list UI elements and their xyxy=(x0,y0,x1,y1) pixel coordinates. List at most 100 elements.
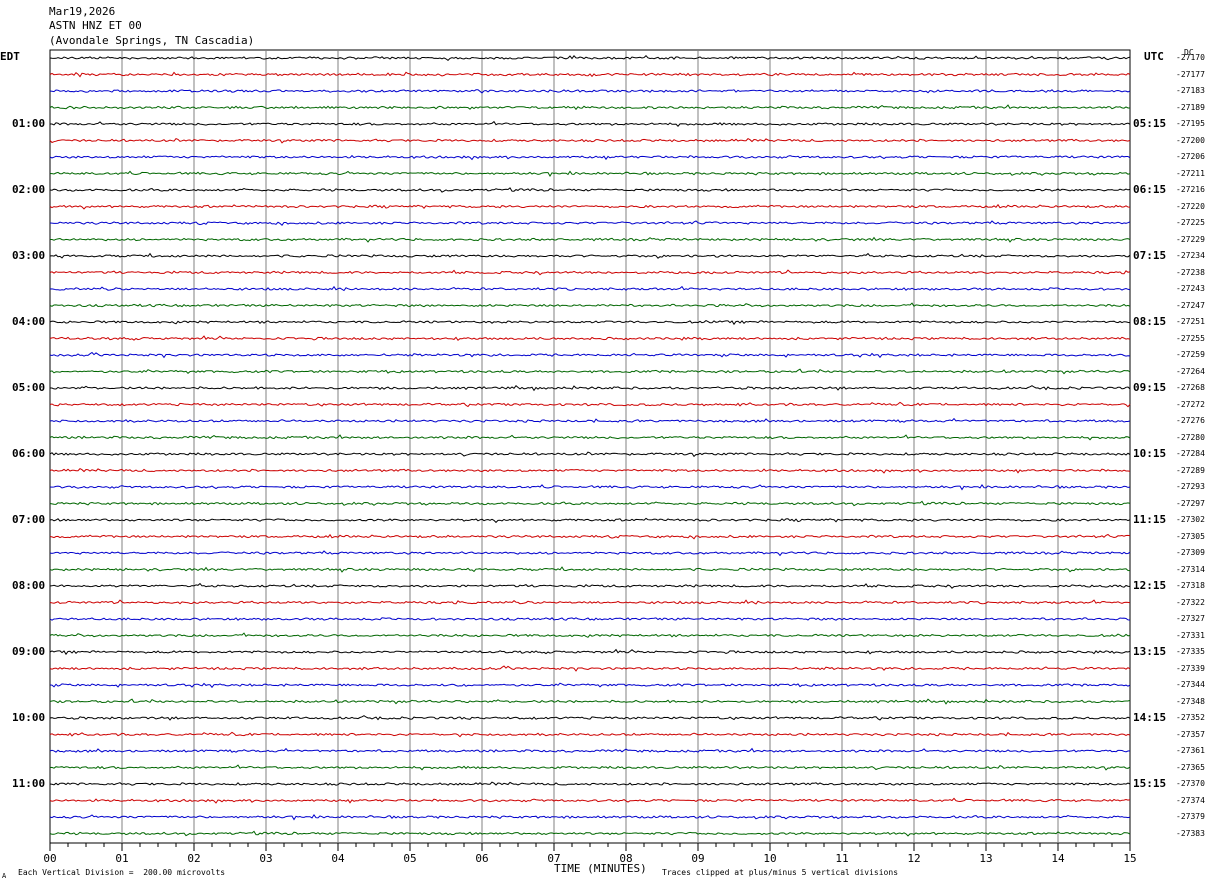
x-tick-label: 04 xyxy=(331,852,345,865)
x-tick-label: 13 xyxy=(979,852,993,865)
seismic-trace xyxy=(49,484,1131,491)
x-axis-label: TIME (MINUTES) xyxy=(554,862,647,875)
trace-dc-offset: -27309 xyxy=(1176,548,1205,557)
left-hour-label: 07:00 xyxy=(12,513,46,526)
trace-dc-offset: -27370 xyxy=(1176,779,1205,788)
left-hour-label: 01:00 xyxy=(12,117,46,130)
trace-dc-offset: -27255 xyxy=(1176,333,1205,343)
seismic-trace xyxy=(49,434,1131,441)
trace-dc-offset: -27206 xyxy=(1176,152,1205,161)
seismic-trace xyxy=(49,533,1131,540)
seismic-trace xyxy=(49,764,1131,771)
right-hour-label: 10:15 xyxy=(1133,447,1167,460)
trace-dc-offset: -27305 xyxy=(1176,531,1205,541)
seismic-trace xyxy=(49,417,1131,424)
seismic-trace xyxy=(49,781,1131,786)
trace-dc-offset: -27216 xyxy=(1176,185,1205,194)
right-hour-label: 07:15 xyxy=(1133,249,1167,262)
seismic-trace xyxy=(50,236,1131,243)
seismic-trace xyxy=(49,401,1131,408)
seismic-trace xyxy=(49,500,1131,507)
x-tick-label: 14 xyxy=(1051,852,1065,865)
right-hour-label: 09:15 xyxy=(1133,381,1167,394)
seismic-trace xyxy=(49,451,1131,458)
trace-dc-offset: -27302 xyxy=(1176,515,1205,524)
trace-dc-offset: -27297 xyxy=(1176,498,1205,508)
trace-dc-offset: -27225 xyxy=(1176,218,1205,227)
x-tick-label: 05 xyxy=(403,852,417,865)
trace-dc-offset: -27238 xyxy=(1176,267,1205,277)
seismic-trace xyxy=(49,302,1131,308)
trace-dc-offset: -27211 xyxy=(1176,168,1205,178)
trace-dc-offset: -27264 xyxy=(1176,366,1205,376)
seismic-trace xyxy=(49,187,1131,193)
trace-dc-offset: -27318 xyxy=(1176,581,1205,590)
trace-dc-offset: -27276 xyxy=(1176,416,1205,425)
seismic-trace xyxy=(49,467,1131,474)
scale-note: Each Vertical Division = 200.00 microvol… xyxy=(18,868,226,877)
seismic-trace xyxy=(49,104,1130,111)
trace-dc-offset: -27365 xyxy=(1176,762,1205,772)
seismic-trace xyxy=(49,285,1131,292)
seismic-trace xyxy=(49,797,1131,804)
x-tick-label: 06 xyxy=(475,852,489,865)
trace-dc-offset: -27272 xyxy=(1176,399,1205,409)
trace-dc-offset: -27327 xyxy=(1176,614,1205,623)
left-hour-label: 10:00 xyxy=(12,711,46,724)
trace-dc-offset: -27247 xyxy=(1176,300,1205,310)
seismic-trace xyxy=(49,71,1131,78)
seismic-trace xyxy=(49,170,1131,177)
seismic-trace xyxy=(49,137,1131,144)
seismic-trace xyxy=(49,320,1131,326)
seismic-trace xyxy=(49,54,1131,61)
seismic-trace xyxy=(49,203,1131,210)
seismic-trace xyxy=(49,599,1131,605)
trace-dc-offset: -27331 xyxy=(1176,630,1205,640)
x-tick-label: 01 xyxy=(115,852,129,865)
left-hour-label: 08:00 xyxy=(12,579,46,592)
seismic-trace xyxy=(50,384,1131,392)
clip-note: Traces clipped at plus/minus 5 vertical … xyxy=(662,868,899,877)
seismic-trace xyxy=(49,368,1131,375)
trace-dc-offset: -27374 xyxy=(1176,795,1205,805)
x-tick-label: 00 xyxy=(43,852,57,865)
seismic-trace xyxy=(49,617,1131,621)
right-hour-label: 14:15 xyxy=(1133,711,1167,724)
trace-dc-offset: -27335 xyxy=(1176,647,1205,656)
right-hour-label: 05:15 xyxy=(1133,117,1167,130)
trace-dc-offset: -27322 xyxy=(1176,597,1205,607)
seismic-trace xyxy=(49,582,1131,589)
seismic-trace xyxy=(49,154,1131,161)
seismic-trace xyxy=(49,351,1131,359)
trace-dc-offset: -27352 xyxy=(1176,713,1205,722)
plot-frame xyxy=(49,49,1131,844)
seismic-trace xyxy=(49,632,1131,638)
trace-dc-offset: -27183 xyxy=(1176,86,1205,95)
trace-dc-offset: -27195 xyxy=(1176,119,1205,128)
seismic-trace xyxy=(49,715,1131,721)
right-hour-label: 15:15 xyxy=(1133,777,1167,790)
right-hour-label: 08:15 xyxy=(1133,315,1167,328)
trace-dc-offset: -27220 xyxy=(1176,201,1205,211)
seismic-trace xyxy=(49,747,1131,753)
seismic-trace xyxy=(49,550,1131,557)
seismic-trace xyxy=(49,814,1131,821)
trace-dc-offset: -27284 xyxy=(1176,449,1205,458)
left-hour-label: 05:00 xyxy=(12,381,46,394)
trace-dc-offset: -27259 xyxy=(1176,350,1205,359)
trace-dc-offset: -27289 xyxy=(1176,465,1205,475)
seismic-trace xyxy=(49,830,1131,837)
right-hour-label: 11:15 xyxy=(1133,513,1167,526)
seismic-trace xyxy=(49,335,1131,342)
trace-dc-offset: -27361 xyxy=(1176,746,1205,755)
right-hour-label: 06:15 xyxy=(1133,183,1167,196)
corner-mark: A xyxy=(2,872,7,880)
seismic-trace xyxy=(49,698,1131,705)
x-tick-label: 15 xyxy=(1123,852,1137,865)
seismic-trace xyxy=(49,269,1131,276)
seismic-trace xyxy=(49,89,1131,94)
seismic-trace xyxy=(49,220,1131,226)
trace-dc-offset: -27383 xyxy=(1176,828,1205,838)
trace-dc-offset: -27268 xyxy=(1176,383,1205,392)
right-hour-label: 12:15 xyxy=(1133,579,1167,592)
